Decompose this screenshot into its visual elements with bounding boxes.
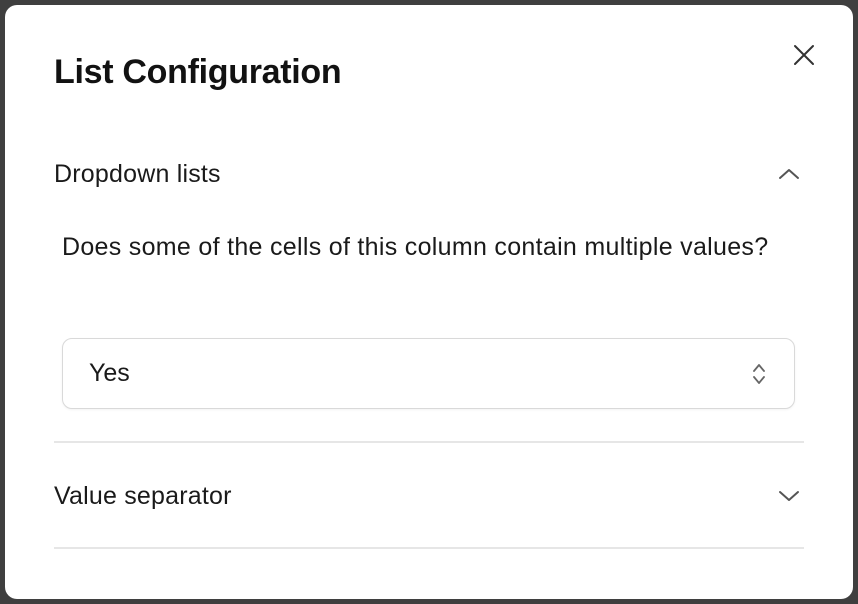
section-header-value-separator[interactable]: Value separator (54, 476, 804, 516)
select-value: Yes (89, 359, 130, 387)
section-divider (54, 441, 804, 443)
section-label-dropdown-lists: Dropdown lists (54, 159, 221, 188)
section-divider (54, 547, 804, 549)
dialog-title: List Configuration (54, 53, 342, 91)
chevron-down-icon[interactable] (777, 484, 801, 508)
section-label-value-separator: Value separator (54, 481, 232, 510)
close-button[interactable] (787, 38, 821, 72)
section-header-dropdown-lists[interactable]: Dropdown lists (54, 154, 804, 194)
close-icon (794, 45, 814, 65)
chevron-up-icon[interactable] (777, 162, 801, 186)
up-down-chevrons-icon (753, 363, 765, 384)
multiple-values-select[interactable]: Yes (62, 338, 795, 409)
list-configuration-dialog: List Configuration Dropdown lists Does s… (5, 5, 853, 599)
multiple-values-question: Does some of the cells of this column co… (62, 233, 769, 261)
